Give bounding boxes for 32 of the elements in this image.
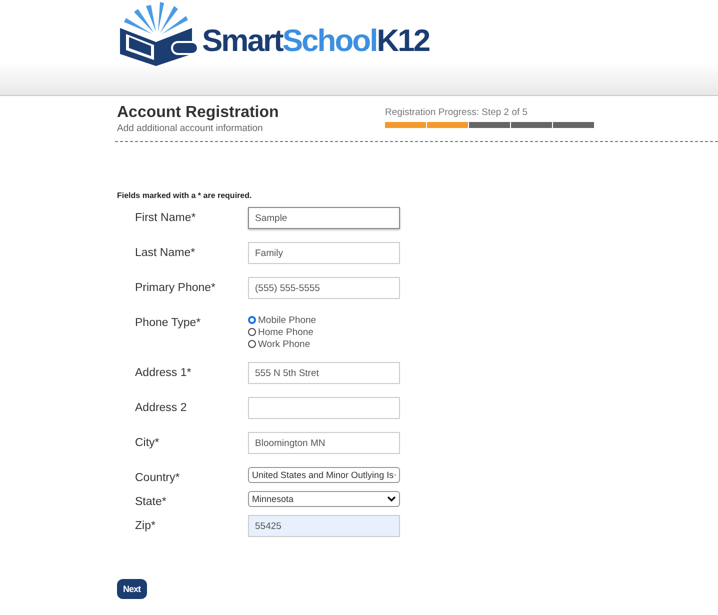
input-field[interactable] <box>248 397 400 419</box>
radio-label[interactable]: Work Phone <box>258 338 310 350</box>
input-field[interactable]: 555 N 5th Stret <box>248 362 400 384</box>
chevron-icon <box>387 496 396 502</box>
logo-wordmark: SmartSchoolK12 <box>202 23 430 59</box>
radio-label[interactable]: Mobile Phone <box>258 314 316 326</box>
input-field[interactable]: Family <box>248 242 400 264</box>
field-label: Last Name* <box>135 246 196 261</box>
field-label: Zip* <box>135 519 156 534</box>
radio-button[interactable] <box>248 316 256 324</box>
field-label: Address 2 <box>135 401 188 416</box>
input-field[interactable]: Bloomington MN <box>248 432 400 454</box>
next-button[interactable]: Next <box>117 579 147 599</box>
dropdown[interactable]: United States and Minor Outlying Is <box>248 467 400 483</box>
field-label: Primary Phone* <box>135 281 217 296</box>
field-label: First Name* <box>135 211 197 226</box>
required-note: Fields marked with a * are required. <box>117 191 253 200</box>
input-field[interactable]: 55425 <box>248 515 400 537</box>
dropdown[interactable]: Minnesota <box>248 491 400 507</box>
radio-button[interactable] <box>248 328 256 336</box>
radio-button[interactable] <box>248 340 256 348</box>
input-field[interactable]: Sample <box>248 207 400 229</box>
page-title: Account Registration <box>117 104 280 122</box>
progress-label: Registration Progress: Step 2 of 5 <box>385 107 529 118</box>
input-field[interactable]: (555) 555-5555 <box>248 277 400 299</box>
page-subtitle: Add additional account information <box>117 123 264 134</box>
radio-label[interactable]: Home Phone <box>258 326 314 338</box>
field-label: State* <box>135 495 168 510</box>
field-label: Address 1* <box>135 366 192 381</box>
field-label: City* <box>135 436 160 451</box>
field-label: Country* <box>135 471 181 486</box>
field-label: Phone Type* <box>135 316 202 331</box>
